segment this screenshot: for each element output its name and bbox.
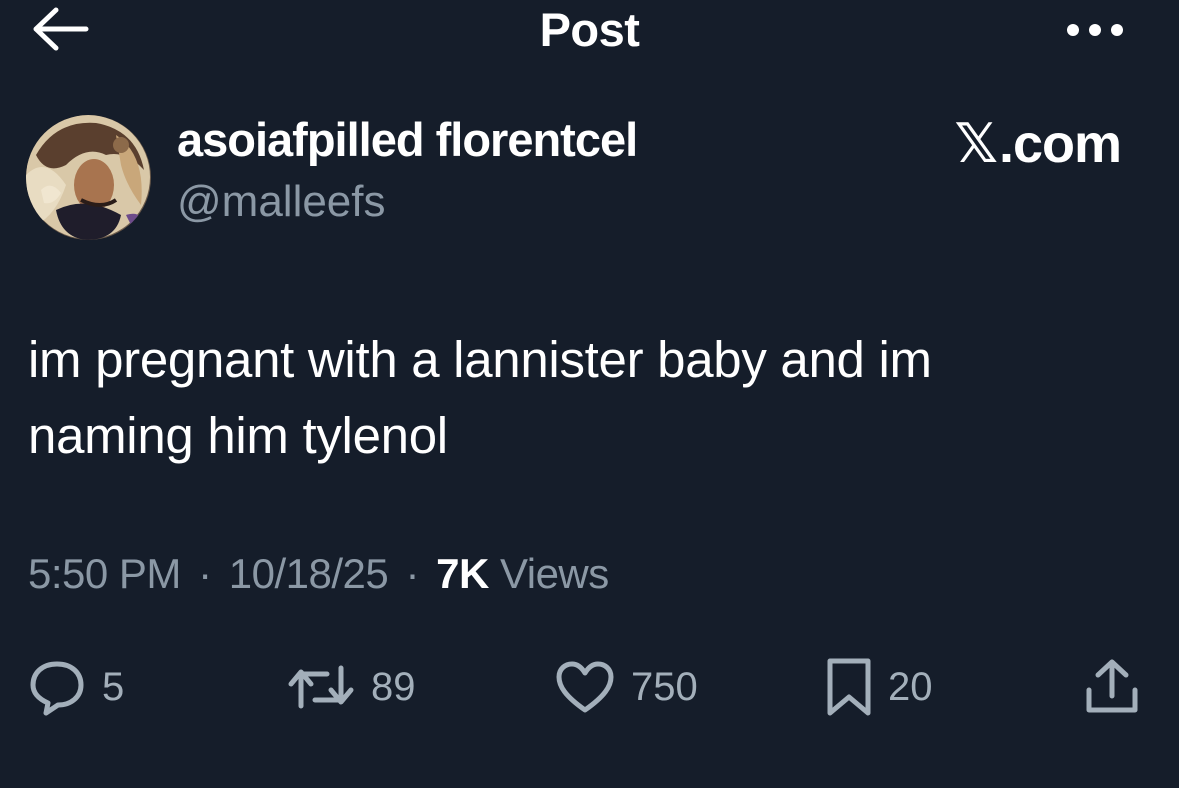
action-bar: 5 89 750 20 [0,655,1179,725]
views-label[interactable]: Views [500,550,609,597]
post-time[interactable]: 5:50 PM [28,550,181,597]
share-icon [1086,659,1138,713]
repost-button[interactable]: 89 [287,655,416,719]
page-title: Post [539,3,640,56]
post-text: im pregnant with a lannister baby and im… [28,322,1148,474]
author-display-name[interactable]: asoiafpilled florentcel [177,112,638,167]
bookmark-count: 20 [888,664,933,709]
top-bar: Post [0,0,1179,60]
share-button[interactable] [1084,655,1140,719]
post-text-line: im pregnant with a lannister baby and im [28,331,932,388]
more-horizontal-icon [1067,24,1123,36]
avatar-illustration [26,115,151,240]
source-domain: .com [998,114,1122,174]
bookmark-button[interactable]: 20 [826,655,933,719]
source-watermark: 𝕏.com [954,112,1122,175]
post-text-line: naming him tylenol [28,407,448,464]
avatar[interactable] [26,115,151,240]
post-meta: 5:50 PM · 10/18/25 · 7K Views [28,550,609,598]
post-date[interactable]: 10/18/25 [229,550,389,597]
meta-separator: · [198,550,212,597]
meta-separator: · [405,550,419,597]
like-count: 750 [631,664,698,709]
reply-button[interactable]: 5 [28,655,124,719]
reply-icon [30,661,84,716]
views-count[interactable]: 7K [436,550,489,597]
reply-count: 5 [102,664,125,709]
more-options-button[interactable] [1064,20,1126,40]
repost-count: 89 [371,664,416,709]
repost-icon [288,665,354,709]
author-header: asoiafpilled florentcel @malleefs 𝕏.com [26,112,1156,242]
heart-icon [556,661,614,713]
bookmark-icon [827,658,871,716]
like-button[interactable]: 750 [555,655,698,719]
x-logo-icon: 𝕏 [954,112,998,175]
author-handle[interactable]: @malleefs [177,177,386,227]
